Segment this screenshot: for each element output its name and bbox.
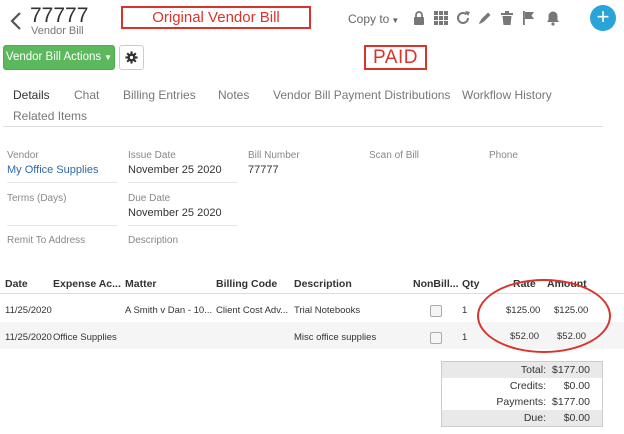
col-description[interactable]: Description [294,278,352,290]
row-date: 11/25/2020 [5,332,52,343]
vendor-link[interactable]: My Office Supplies [7,164,99,176]
row-expense-account: Office Supplies [53,332,117,343]
field-divider [7,225,117,226]
credits-row: Credits: $0.00 [442,378,602,394]
terms-label: Terms (Days) [7,193,67,204]
copy-to-dropdown[interactable]: Copy to ▼ [348,12,399,26]
phone-label: Phone [489,150,518,161]
pencil-icon[interactable] [477,10,493,26]
tab-notes[interactable]: Notes [218,88,249,102]
total-label: Total: [520,364,546,376]
page-subtitle: Vendor Bill [31,25,84,37]
flag-icon[interactable] [521,10,537,26]
vendor-bill-actions-label: Vendor Bill Actions [5,51,102,63]
lock-icon[interactable] [411,10,427,26]
col-date[interactable]: Date [5,278,28,290]
nonbillable-checkbox[interactable] [430,332,442,344]
col-qty[interactable]: Qty [462,278,480,290]
col-nonbillable[interactable]: NonBill... [413,278,459,290]
issue-date-label: Issue Date [128,150,176,161]
caret-down-icon: ▼ [104,53,113,62]
row-date: 11/25/2020 [5,305,52,316]
bill-number-value: 77777 [248,164,279,176]
original-vendor-bill-annotation: Original Vendor Bill [121,6,311,29]
payments-row: Payments: $177.00 [442,394,602,410]
col-billing-code[interactable]: Billing Code [216,278,277,290]
scan-of-bill-label: Scan of Bill [369,150,420,161]
total-value: $177.00 [552,364,590,376]
col-matter[interactable]: Matter [125,278,157,290]
paid-annotation: PAID [364,45,427,70]
due-label: Due: [523,412,546,424]
rate-amount-annotation-oval [477,279,611,353]
due-date-value: November 25 2020 [128,207,222,219]
payments-label: Payments: [496,396,546,408]
due-date-label: Due Date [128,193,171,204]
field-divider [128,225,238,226]
refresh-icon[interactable] [455,10,471,26]
remit-to-label: Remit To Address [7,235,86,246]
back-chevron-icon[interactable] [8,10,24,32]
tab-related-items[interactable]: Related Items [13,109,87,123]
tab-workflow-history[interactable]: Workflow History [462,88,552,102]
bill-number-label: Bill Number [248,150,300,161]
description-label: Description [128,235,179,246]
row-qty: 1 [462,305,468,316]
row-description: Trial Notebooks [294,305,361,316]
row-matter: A Smith v Dan - 10... [125,305,213,316]
credits-label: Credits: [509,380,546,392]
field-divider [7,182,117,183]
row-qty: 1 [462,332,468,343]
tabs-divider [3,126,603,127]
nonbillable-checkbox[interactable] [430,305,442,317]
row-description: Misc office supplies [294,332,377,343]
caret-down-icon: ▼ [391,16,400,25]
copy-to-label: Copy to [348,12,390,26]
total-row: Total: $177.00 [442,362,602,378]
settings-button[interactable] [119,45,144,70]
vendor-bill-actions-button[interactable]: Vendor Bill Actions ▼ [3,45,115,70]
totals-panel: Total: $177.00 Credits: $0.00 Payments: … [441,361,603,427]
col-expense-account[interactable]: Expense Ac... [53,278,121,290]
credits-value: $0.00 [563,380,590,392]
bell-icon[interactable] [545,10,561,26]
field-divider [128,182,238,183]
trash-icon[interactable] [499,10,515,26]
tab-billing-entries[interactable]: Billing Entries [123,88,196,102]
tab-details[interactable]: Details [13,88,50,102]
due-row: Due: $0.00 [442,410,602,426]
row-billing-code: Client Cost Adv... [216,305,289,316]
vendor-label: Vendor [7,150,39,161]
tab-chat[interactable]: Chat [74,88,99,102]
issue-date-value: November 25 2020 [128,164,222,176]
payments-value: $177.00 [552,396,590,408]
gear-icon [125,51,138,64]
due-value: $0.00 [563,412,590,424]
grid-icon[interactable] [433,10,449,26]
tab-payment-distributions[interactable]: Vendor Bill Payment Distributions [273,88,450,102]
add-plus-icon[interactable]: + [590,5,616,31]
